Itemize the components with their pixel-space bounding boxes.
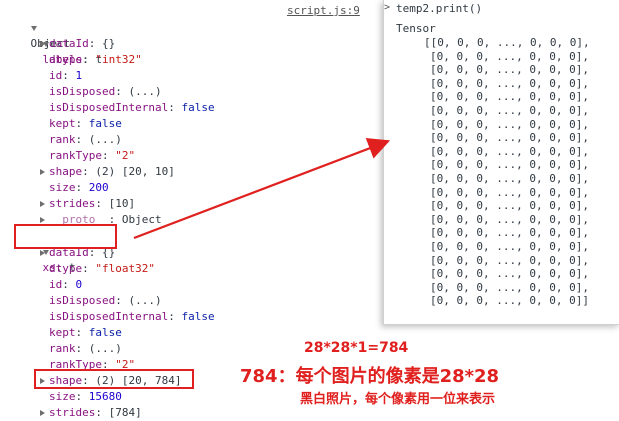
property-row[interactable]: kept: false [40, 116, 122, 132]
property-key: dtype [49, 262, 83, 275]
property-value: 200 [88, 181, 109, 194]
tensor-row: [0, 0, 0, ..., 0, 0, 0], [430, 280, 589, 294]
property-key: strides [49, 197, 96, 210]
tensor-row: [0, 0, 0, ..., 0, 0, 0], [430, 90, 589, 104]
property-row[interactable]: rank: (...) [40, 132, 122, 148]
tensor-row: [0, 0, 0, ..., 0, 0, 0], [430, 131, 589, 145]
property-row[interactable]: dtype: "float32" [40, 261, 155, 277]
property-row[interactable]: shape: (2) [20, 10] [40, 164, 175, 180]
property-value: (2) [20, 10] [95, 165, 175, 178]
source-link[interactable]: script.js:9 [287, 4, 360, 17]
print-output-panel: > temp2.print() Tensor [[0, 0, 0, ..., 0… [383, 0, 619, 325]
sub-note: 黑白照片，每个像素用一位来表示 [300, 392, 496, 407]
property-value: [10] [108, 197, 136, 210]
property-value: (...) [88, 342, 122, 355]
object-root-row[interactable]: Object [4, 4, 70, 50]
expand-triangle-icon[interactable] [40, 217, 45, 223]
property-key: kept [49, 326, 76, 339]
tensor-row: [0, 0, 0, ..., 0, 0, 0], [430, 240, 589, 253]
property-row[interactable]: strides: [10] [40, 196, 135, 212]
tensor-row: [0, 0, 0, ..., 0, 0, 0], [430, 253, 589, 267]
tensor-row: [0, 0, 0, ..., 0, 0, 0], [430, 117, 589, 131]
tensor-row: [0, 0, 0, ..., 0, 0, 0], [430, 49, 589, 63]
tensor-row: [0, 0, 0, ..., 0, 0, 0], [430, 212, 589, 226]
property-value: 15680 [88, 390, 122, 403]
tensor-row: [0, 0, 0, ..., 0, 0, 0], [430, 76, 589, 90]
property-key: size [49, 181, 76, 194]
property-row[interactable]: rankType: "2" [40, 148, 135, 164]
property-value: 1 [75, 69, 83, 82]
property-key: strides [49, 406, 96, 419]
tensor-row: [0, 0, 0, ..., 0, 0, 0], [430, 199, 589, 213]
property-key: kept [49, 117, 76, 130]
tensor-row: [0, 0, 0, ..., 0, 0, 0], [430, 172, 589, 185]
property-key: size [49, 390, 76, 403]
property-key: dtype [49, 53, 83, 66]
property-row[interactable]: strides: [784] [40, 405, 142, 421]
property-row[interactable]: isDisposed: (...) [40, 84, 162, 100]
property-value: Object [121, 213, 162, 226]
xs-highlight-box [14, 224, 117, 249]
tensor-first-row: [[0, 0, 0, ..., 0, 0, 0], [424, 36, 590, 49]
property-value: (...) [128, 85, 162, 98]
tensor-last-row: [0, 0, 0, ..., 0, 0, 0]] [430, 294, 589, 308]
expand-triangle-icon[interactable] [40, 410, 45, 416]
tensor-row: [0, 0, 0, ..., 0, 0, 0], [430, 226, 589, 240]
property-row[interactable]: id: 0 [40, 277, 82, 293]
property-value: "float32" [95, 262, 155, 275]
tensor-row: [0, 0, 0, ..., 0, 0, 0], [430, 267, 589, 281]
property-row[interactable]: isDisposedInternal: false [40, 100, 215, 116]
property-key: isDisposed [49, 85, 116, 98]
tensor-header: Tensor [396, 22, 436, 35]
property-key: dataId [49, 37, 89, 50]
tensor-row: [0, 0, 0, ..., 0, 0, 0], [430, 185, 589, 199]
property-row[interactable]: size: 15680 [40, 389, 122, 405]
property-value: (...) [128, 294, 162, 307]
arrow-line [133, 137, 391, 240]
property-key: rank [49, 342, 76, 355]
property-row[interactable]: isDisposed: (...) [40, 293, 162, 309]
expand-triangle-icon[interactable] [40, 41, 45, 47]
property-value: false [88, 117, 122, 130]
property-key: isDisposed [49, 294, 116, 307]
property-key: id [49, 69, 63, 82]
property-value: 0 [75, 278, 83, 291]
expand-triangle-icon[interactable] [40, 169, 45, 175]
property-value: [784] [108, 406, 142, 419]
property-row[interactable]: size: 200 [40, 180, 109, 196]
property-row[interactable]: dataId: {} [40, 36, 115, 52]
property-row[interactable]: kept: false [40, 325, 122, 341]
property-key: isDisposedInternal [49, 101, 169, 114]
property-key: shape [49, 165, 83, 178]
expand-triangle-icon[interactable] [40, 250, 45, 256]
chevron-right-icon: > [384, 2, 391, 13]
expand-triangle-icon[interactable] [40, 201, 45, 207]
property-value: "int32" [95, 53, 142, 66]
tensor-row: [0, 0, 0, ..., 0, 0, 0], [430, 144, 589, 158]
property-value: "2" [115, 149, 136, 162]
property-value: false [181, 101, 215, 114]
property-key: id [49, 278, 63, 291]
tensor-row: [0, 0, 0, ..., 0, 0, 0], [430, 158, 589, 172]
property-row[interactable]: rank: (...) [40, 341, 122, 357]
property-key: rank [49, 133, 76, 146]
main-note: 784：每个图片的像素是28*28 [240, 366, 500, 387]
shape-highlight-box [34, 369, 194, 389]
property-row[interactable]: id: 1 [40, 68, 82, 84]
tensor-row: [0, 0, 0, ..., 0, 0, 0], [430, 63, 589, 77]
property-value: false [181, 310, 215, 323]
property-row[interactable]: dtype: "int32" [40, 52, 142, 68]
tensor-row: [0, 0, 0, ..., 0, 0, 0], [430, 104, 589, 117]
print-command: temp2.print() [396, 2, 483, 15]
property-value: {} [102, 37, 116, 50]
property-row[interactable]: isDisposedInternal: false [40, 309, 215, 325]
property-key: rankType [49, 149, 102, 162]
property-key: isDisposedInternal [49, 310, 169, 323]
property-value: (...) [88, 133, 122, 146]
labels-row[interactable]: labels: t [16, 20, 102, 66]
property-value: false [88, 326, 122, 339]
formula-note: 28*28*1=784 [304, 340, 409, 356]
